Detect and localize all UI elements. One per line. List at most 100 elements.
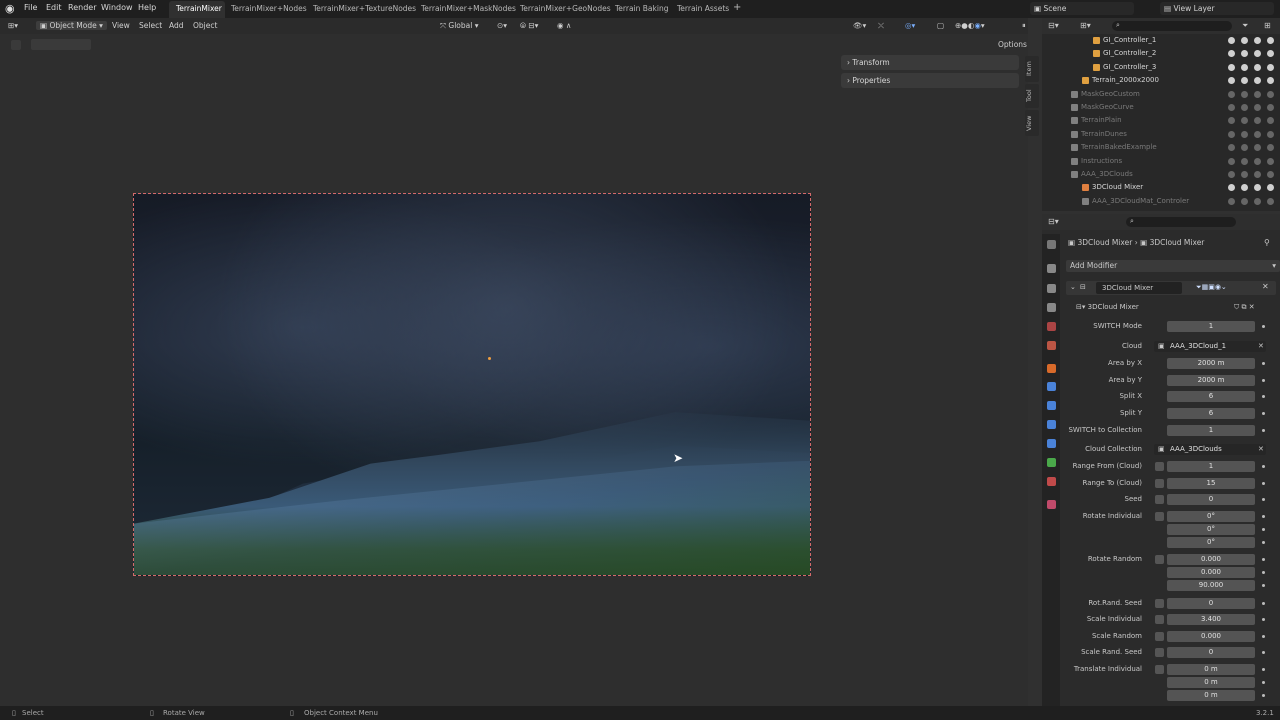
view-layer-selector[interactable]: ▤ View Layer bbox=[1160, 2, 1274, 15]
outliner-row[interactable]: GI_Controller_1 bbox=[1042, 34, 1280, 47]
menu-view[interactable]: View bbox=[112, 21, 130, 30]
property-field[interactable]: 1 bbox=[1167, 321, 1255, 332]
keyframe-dot-icon[interactable] bbox=[1262, 412, 1265, 415]
modifier-tab-icon[interactable] bbox=[1047, 382, 1056, 391]
tab-terrainmixer-masknodes[interactable]: TerrainMixer+MaskNodes bbox=[421, 4, 516, 13]
render-icon[interactable] bbox=[1267, 104, 1274, 111]
tab-terrain-assets[interactable]: Terrain Assets bbox=[677, 4, 729, 13]
keyframe-dot-icon[interactable] bbox=[1262, 395, 1265, 398]
properties-panel-header[interactable]: › Properties bbox=[841, 73, 1019, 88]
outliner-row[interactable]: AAA_3DCloudMat_Controler bbox=[1042, 195, 1280, 208]
keyframe-dot-icon[interactable] bbox=[1262, 571, 1265, 574]
material-tab-icon[interactable] bbox=[1047, 477, 1056, 486]
outliner-row[interactable]: 3DCloud Mixer bbox=[1042, 181, 1280, 194]
property-field[interactable]: 2000 m bbox=[1167, 375, 1255, 386]
outliner-row[interactable]: TerrainPlain bbox=[1042, 114, 1280, 127]
close-icon[interactable]: ✕ bbox=[1262, 282, 1269, 291]
property-field[interactable]: 1 bbox=[1167, 461, 1255, 472]
viewport-icon[interactable] bbox=[1254, 197, 1261, 205]
render-icon[interactable] bbox=[1267, 90, 1274, 98]
keyframe-dot-icon[interactable] bbox=[1262, 651, 1265, 654]
scene-tab-icon[interactable] bbox=[1047, 322, 1056, 331]
tab-terrainmixer[interactable]: TerrainMixer bbox=[176, 4, 222, 13]
modifier-header[interactable]: ⌄ ⊟ 3DCloud Mixer ⏷▦▣◉⌄ ✕ bbox=[1066, 281, 1276, 295]
display-mode-icon[interactable]: ⊞▾ bbox=[1080, 21, 1091, 30]
select-toggle-icon[interactable] bbox=[1228, 90, 1235, 98]
select-toggle-icon[interactable] bbox=[1228, 157, 1235, 165]
physics-tab-icon[interactable] bbox=[1047, 420, 1056, 429]
eye-icon[interactable] bbox=[1241, 144, 1248, 152]
viewport-icon[interactable] bbox=[1254, 77, 1261, 85]
shading-modes-icon[interactable]: ⊕●◐◉▾ bbox=[955, 21, 985, 30]
property-field[interactable]: 0 m bbox=[1167, 677, 1255, 688]
tab-terrainmixer-nodes[interactable]: TerrainMixer+Nodes bbox=[231, 4, 307, 13]
keyframe-dot-icon[interactable] bbox=[1262, 429, 1265, 432]
keyframe-dot-icon[interactable] bbox=[1262, 558, 1265, 561]
overlay-icon[interactable]: ◎▾ bbox=[905, 21, 915, 30]
attribute-toggle-icon[interactable] bbox=[1155, 599, 1164, 608]
keyframe-dot-icon[interactable] bbox=[1262, 379, 1265, 382]
gizmo-icon[interactable]: ⤬ bbox=[878, 21, 884, 31]
select-tool-icon[interactable] bbox=[11, 40, 21, 50]
property-field[interactable]: 0° bbox=[1167, 524, 1255, 535]
select-toggle-icon[interactable] bbox=[1228, 184, 1235, 192]
viewport-icon[interactable] bbox=[1254, 144, 1261, 152]
tab-terrainmixer-geonodes[interactable]: TerrainMixer+GeoNodes bbox=[520, 4, 611, 13]
attribute-toggle-icon[interactable] bbox=[1155, 479, 1164, 488]
menu-edit[interactable]: Edit bbox=[46, 3, 62, 12]
property-field[interactable]: 0° bbox=[1167, 511, 1255, 522]
eye-icon[interactable] bbox=[1241, 184, 1248, 192]
eye-icon[interactable] bbox=[1241, 157, 1248, 165]
outliner-editor-icon[interactable]: ⊟▾ bbox=[1048, 21, 1059, 30]
clear-icon[interactable]: ✕ bbox=[1258, 342, 1264, 350]
attribute-toggle-icon[interactable] bbox=[1155, 555, 1164, 564]
render-tab-icon[interactable] bbox=[1047, 264, 1056, 273]
eye-icon[interactable] bbox=[1241, 171, 1248, 178]
visibility-icon[interactable]: 👁▾ bbox=[853, 21, 866, 30]
property-field[interactable]: 3.400 bbox=[1167, 614, 1255, 625]
attribute-toggle-icon[interactable] bbox=[1155, 665, 1164, 674]
keyframe-dot-icon[interactable] bbox=[1262, 515, 1265, 518]
data-tab-icon[interactable] bbox=[1047, 458, 1056, 467]
keyframe-dot-icon[interactable] bbox=[1262, 635, 1265, 638]
keyframe-dot-icon[interactable] bbox=[1262, 362, 1265, 365]
eye-icon[interactable] bbox=[1241, 117, 1248, 125]
property-field[interactable]: 0 m bbox=[1167, 690, 1255, 701]
property-field[interactable]: 0° bbox=[1167, 537, 1255, 548]
collapse-arrow-icon[interactable]: ⌄ bbox=[1070, 283, 1076, 291]
node-group-row[interactable]: ⊟▾ 3DCloud Mixer ⛉ ⧉ ✕ bbox=[1076, 302, 1272, 313]
pause-icon[interactable]: ⏸ bbox=[1022, 21, 1026, 31]
property-field[interactable]: 0.000 bbox=[1167, 567, 1255, 578]
attribute-toggle-icon[interactable] bbox=[1155, 615, 1164, 624]
tab-terrainmixer-texturenodes[interactable]: TerrainMixer+TextureNodes bbox=[313, 4, 416, 13]
keyframe-dot-icon[interactable] bbox=[1262, 465, 1265, 468]
texture-tab-icon[interactable] bbox=[1047, 500, 1056, 509]
property-field[interactable]: 0 bbox=[1167, 647, 1255, 658]
pin-icon[interactable]: ⚲ bbox=[1264, 238, 1270, 247]
keyframe-dot-icon[interactable] bbox=[1262, 541, 1265, 544]
render-icon[interactable] bbox=[1267, 37, 1274, 44]
new-collection-icon[interactable]: ⊞ bbox=[1264, 21, 1271, 30]
viewport-icon[interactable] bbox=[1254, 184, 1261, 192]
select-toggle-icon[interactable] bbox=[1228, 63, 1235, 71]
eye-icon[interactable] bbox=[1241, 77, 1248, 85]
outliner-row[interactable]: Terrain_2000x2000 bbox=[1042, 74, 1280, 87]
outliner-search-input[interactable]: ⌕ bbox=[1112, 21, 1232, 31]
outliner-row[interactable]: GI_Controller_3 bbox=[1042, 61, 1280, 74]
menu-add[interactable]: Add bbox=[169, 21, 184, 30]
fake-user-icon[interactable]: ⛉ ⧉ ✕ bbox=[1234, 302, 1255, 313]
tool-tab-icon[interactable] bbox=[1047, 240, 1056, 249]
viewport-icon[interactable] bbox=[1254, 117, 1261, 125]
modifier-toggles-icon[interactable]: ⏷▦▣◉⌄ bbox=[1196, 283, 1227, 292]
view-layer-tab-icon[interactable] bbox=[1047, 303, 1056, 312]
property-field[interactable]: 6 bbox=[1167, 408, 1255, 419]
clear-icon[interactable]: ✕ bbox=[1258, 445, 1264, 453]
keyframe-dot-icon[interactable] bbox=[1262, 325, 1265, 328]
select-toggle-icon[interactable] bbox=[1228, 77, 1235, 85]
menu-select[interactable]: Select bbox=[139, 21, 162, 30]
attribute-toggle-icon[interactable] bbox=[1155, 632, 1164, 641]
keyframe-dot-icon[interactable] bbox=[1262, 668, 1265, 671]
scene-selector[interactable]: ▣ Scene bbox=[1030, 2, 1134, 15]
render-icon[interactable] bbox=[1267, 50, 1274, 58]
viewport-icon[interactable] bbox=[1254, 90, 1261, 98]
